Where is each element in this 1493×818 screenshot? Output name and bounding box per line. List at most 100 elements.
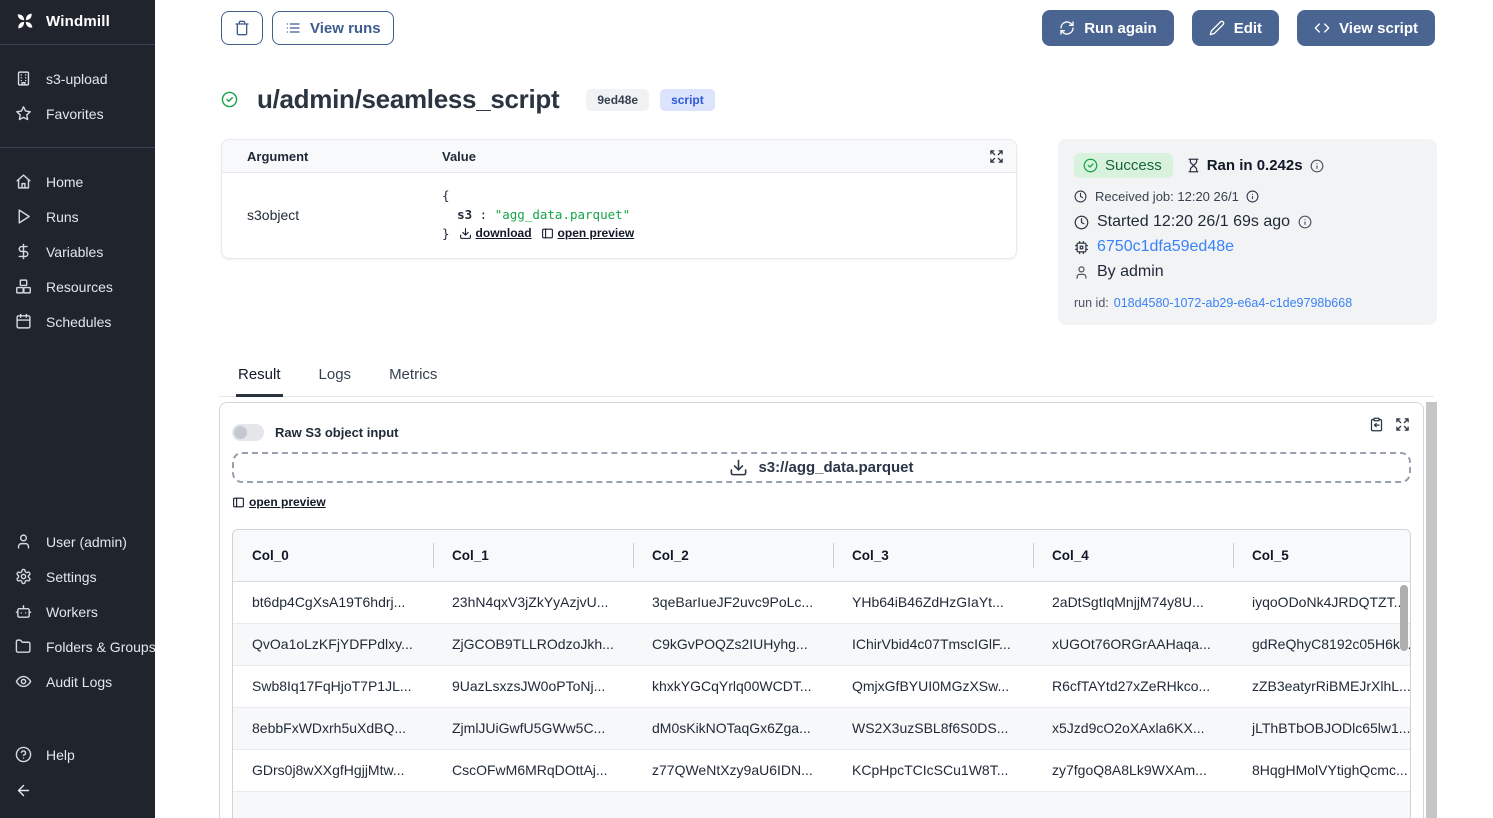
view-runs-label: View runs [310, 20, 381, 37]
table-cell: WS2X3uzSBL8f6S0DS... [833, 708, 1033, 749]
page-title: u/admin/seamless_script [257, 84, 559, 115]
bot-icon [15, 603, 32, 620]
run-duration: Ran in 0.242s [1207, 157, 1303, 174]
table-cell: GDrs0j8wXXgfHgjjMtw... [233, 750, 433, 791]
table-cell: 9UazLsxzsJW0oPToNj... [433, 666, 633, 707]
sidebar-item-folders-groups[interactable]: Folders & Groups [0, 629, 155, 664]
table-cell: bt6dp4CgXsA19T6hdrj... [233, 582, 433, 623]
table-cell: zy7fgoQ8A8Lk9WXAm... [1033, 750, 1233, 791]
panel-icon [541, 227, 554, 240]
folder-icon [15, 638, 32, 655]
tab-result[interactable]: Result [236, 363, 283, 397]
received-job-text: Received job: 12:20 26/1 [1095, 189, 1239, 204]
argument-row: s3object { s3 : "agg_data.parquet" } dow… [222, 173, 1016, 258]
panel-icon [232, 496, 245, 509]
sidebar-item-workers[interactable]: Workers [0, 594, 155, 629]
sidebar-item-s3-upload[interactable]: s3-upload [0, 61, 155, 96]
sidebar-item-label: s3-upload [46, 71, 108, 87]
column-header-col-5: Col_5 [1233, 530, 1410, 581]
brand-label: Windmill [46, 13, 110, 30]
tab-metrics[interactable]: Metrics [387, 363, 439, 396]
sidebar-item-home[interactable]: Home [0, 164, 155, 199]
result-scrollbar-thumb[interactable] [1426, 402, 1437, 818]
script-hash-badge[interactable]: 9ed48e [586, 89, 649, 111]
sidebar-item-schedules[interactable]: Schedules [0, 304, 155, 339]
run-again-button[interactable]: Run again [1042, 10, 1174, 46]
sidebar-item-variables[interactable]: Variables [0, 234, 155, 269]
tab-logs[interactable]: Logs [317, 363, 354, 396]
user-icon [1074, 265, 1089, 280]
json-actions-line: } download open preview [442, 224, 634, 243]
column-header-col-2: Col_2 [633, 530, 833, 581]
download-link[interactable]: download [459, 224, 532, 243]
open-preview-link[interactable]: open preview [541, 224, 635, 243]
help-icon [15, 746, 32, 763]
toolbar-right: Run again Edit View script [1042, 10, 1435, 46]
run-id-link[interactable]: 018d4580-1072-ab29-e6a4-c1de9798b668 [1114, 296, 1352, 310]
sidebar-item-label: Help [46, 747, 75, 763]
s3-download-dropzone[interactable]: s3://agg_data.parquet [232, 452, 1411, 483]
windmill-brand[interactable]: Windmill [0, 0, 155, 44]
s3-uri: s3://agg_data.parquet [758, 459, 913, 476]
run-id-row: run id: 018d4580-1072-ab29-e6a4-c1de9798b… [1074, 296, 1421, 310]
sidebar-item-label: Audit Logs [46, 674, 112, 690]
home-icon [15, 173, 32, 190]
sidebar-item-favorites[interactable]: Favorites [0, 96, 155, 131]
sidebar-item-resources[interactable]: Resources [0, 269, 155, 304]
table-cell: 23hN4qxV3jZkYyAzjvU... [433, 582, 633, 623]
raw-s3-toggle[interactable] [232, 424, 264, 441]
sidebar-item-label: Runs [46, 209, 79, 225]
sidebar-item-label: User (admin) [46, 534, 127, 550]
started-text: Started 12:20 26/1 69s ago [1097, 213, 1290, 231]
copy-clipboard-icon[interactable] [1369, 417, 1384, 432]
sidebar-item-runs[interactable]: Runs [0, 199, 155, 234]
check-circle-icon [221, 91, 238, 108]
worker-id-link[interactable]: 6750c1dfa59ed48e [1097, 238, 1234, 256]
sidebar-item-settings[interactable]: Settings [0, 559, 155, 594]
delete-button[interactable] [221, 11, 263, 45]
result-panel-actions [1369, 417, 1410, 432]
started-row: Started 12:20 26/1 69s ago [1074, 213, 1421, 231]
raw-s3-toggle-label: Raw S3 object input [275, 425, 399, 440]
info-icon[interactable] [1298, 215, 1312, 229]
preview-table-body: bt6dp4CgXsA19T6hdrj...23hN4qxV3jZkYyAzjv… [233, 582, 1410, 792]
list-icon [285, 20, 301, 36]
table-cell: zZB3eatyrRiBMEJrXlhL... [1233, 666, 1410, 707]
sidebar: Windmill s3-upload Favorites Home Runs Vari… [0, 0, 155, 818]
view-script-button[interactable]: View script [1297, 10, 1435, 46]
sidebar-item-audit-logs[interactable]: Audit Logs [0, 664, 155, 699]
json-line: s3 : "agg_data.parquet" [442, 205, 634, 224]
json-key: s3 [457, 207, 472, 222]
table-row: 8ebbFxWDxrh5uXdBQ...ZjmlJUiGwfU5GWw5C...… [233, 708, 1410, 750]
table-cell: C9kGvPOQZs2IUHyhg... [633, 624, 833, 665]
expand-result-icon[interactable] [1395, 417, 1410, 432]
expand-args-icon[interactable] [989, 149, 1004, 164]
sidebar-item-help[interactable]: Help [0, 737, 155, 772]
building-icon [15, 70, 32, 87]
view-runs-button[interactable]: View runs [272, 11, 394, 45]
run-id-label: run id: [1074, 296, 1109, 310]
open-preview-link[interactable]: open preview [232, 495, 326, 509]
info-icon[interactable] [1246, 190, 1259, 203]
column-header-col-4: Col_4 [1033, 530, 1233, 581]
main-content: View runs Run again Edit View script u/a… [155, 0, 1493, 818]
toolbar-left: View runs [221, 11, 394, 45]
dollar-icon [15, 243, 32, 260]
column-header-col-1: Col_1 [433, 530, 633, 581]
table-cell: Swb8Iq17FqHjoT7P1JL... [233, 666, 433, 707]
check-circle-icon [1083, 158, 1098, 173]
json-string-value: "agg_data.parquet" [495, 207, 630, 222]
collapse-sidebar-button[interactable] [0, 772, 155, 818]
status-label: Success [1105, 157, 1162, 174]
table-cell: IChirVbid4c07TmscIGlF... [833, 624, 1033, 665]
table-cell: ZjmlJUiGwfU5GWw5C... [433, 708, 633, 749]
value-column-header: Value [442, 149, 989, 164]
info-icon[interactable] [1310, 159, 1324, 173]
argument-name: s3object [222, 186, 442, 243]
sidebar-item-label: Resources [46, 279, 113, 295]
edit-button[interactable]: Edit [1192, 10, 1279, 46]
table-scrollbar-thumb[interactable] [1400, 585, 1408, 651]
sidebar-item-user-admin[interactable]: User (admin) [0, 524, 155, 559]
open-preview-label: open preview [558, 224, 635, 243]
result-scrollbar-track[interactable] [1426, 402, 1437, 818]
